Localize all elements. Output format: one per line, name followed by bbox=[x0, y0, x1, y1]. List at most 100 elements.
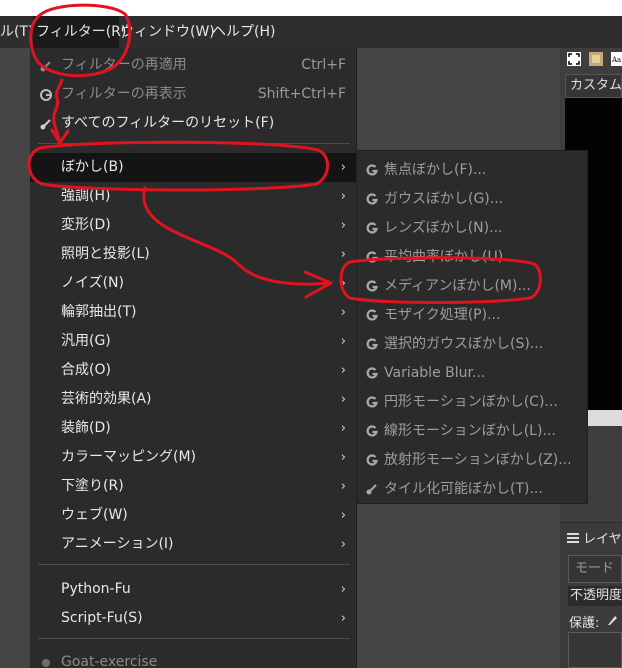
menu-item-label: ウェブ(W) bbox=[61, 507, 128, 523]
gegl-icon bbox=[366, 164, 378, 176]
menubar: ル(T) フィルター(R) ウィンドウ(W) ヘルプ(H) bbox=[0, 16, 622, 48]
protect-label: 保護: bbox=[569, 616, 600, 631]
chevron-right-icon: › bbox=[340, 334, 346, 349]
submenu-item-label: モザイク処理(P)... bbox=[384, 307, 501, 323]
submenu-item-gaussian-blur[interactable]: ガウスぼかし(G)... bbox=[357, 185, 587, 214]
gegl-icon bbox=[366, 309, 378, 321]
menu-item-label: すべてのフィルターのリセット(F) bbox=[61, 115, 275, 131]
submenu-item-label: 線形モーションぼかし(L)... bbox=[384, 423, 556, 439]
chevron-right-icon: › bbox=[340, 611, 346, 626]
menu-item-artistic[interactable]: 芸術的効果(A) › bbox=[30, 385, 356, 414]
submenu-item-variable-blur[interactable]: Variable Blur... bbox=[357, 359, 587, 388]
menu-item-combine[interactable]: 合成(O) › bbox=[30, 356, 356, 385]
filters-menu: フィルターの再適用 Ctrl+F フィルターの再表示 Shift+Ctrl+F … bbox=[30, 48, 357, 668]
submenu-item-mean-curvature-blur[interactable]: 平均曲率ぼかし(U)... bbox=[357, 243, 587, 272]
font-icon[interactable]: Aa bbox=[611, 52, 622, 66]
menu-item-edge-detect[interactable]: 輪郭抽出(T) › bbox=[30, 298, 356, 327]
menu-item-reset-all-filters[interactable]: すべてのフィルターのリセット(F) bbox=[30, 109, 356, 138]
chevron-right-icon: › bbox=[340, 363, 346, 378]
submenu-item-pixelize[interactable]: モザイク処理(P)... bbox=[357, 301, 587, 330]
svg-text:Aa: Aa bbox=[611, 56, 621, 64]
menu-item-label: 変形(D) bbox=[61, 217, 111, 233]
menubar-windows[interactable]: ウィンドウ(W) bbox=[120, 16, 215, 48]
menu-item-blur[interactable]: ぼかし(B) › bbox=[30, 153, 356, 182]
menu-item-label: 装飾(D) bbox=[61, 420, 111, 436]
submenu-item-circular-motion-blur[interactable]: 円形モーションぼかし(C)... bbox=[357, 388, 587, 417]
menu-item-animation[interactable]: アニメーション(I) › bbox=[30, 530, 356, 559]
menu-item-script-fu[interactable]: Script-Fu(S) › bbox=[30, 604, 356, 633]
fullscreen-icon[interactable] bbox=[567, 52, 581, 66]
submenu-item-linear-motion-blur[interactable]: 線形モーションぼかし(L)... bbox=[357, 417, 587, 446]
menu-item-label: 下塗り(R) bbox=[61, 478, 124, 494]
chevron-right-icon: › bbox=[340, 276, 346, 291]
layers-tab-label[interactable]: レイヤ bbox=[583, 528, 622, 547]
title-strip bbox=[0, 0, 622, 16]
goat-exercise-icon bbox=[42, 659, 50, 667]
reapply-filter-icon bbox=[40, 61, 51, 72]
submenu-item-zoom-motion-blur[interactable]: 放射形モーションぼかし(Z)... bbox=[357, 446, 587, 475]
pattern-icon[interactable] bbox=[589, 52, 603, 66]
submenu-item-label: 円形モーションぼかし(C)... bbox=[384, 394, 558, 410]
chevron-right-icon: › bbox=[340, 450, 346, 465]
canvas-tab[interactable]: カスタム bbox=[565, 74, 622, 98]
shortcut-label: Ctrl+F bbox=[301, 57, 346, 73]
menu-item-python-fu[interactable]: Python-Fu › bbox=[30, 575, 356, 604]
gegl-icon bbox=[366, 396, 378, 408]
menu-item-label: 照明と投影(L) bbox=[61, 246, 150, 262]
submenu-item-label: 選択的ガウスぼかし(S)... bbox=[384, 336, 544, 352]
submenu-item-label: 放射形モーションぼかし(Z)... bbox=[384, 452, 572, 468]
reset-filters-icon bbox=[40, 119, 51, 130]
menu-item-render[interactable]: 下塗り(R) › bbox=[30, 472, 356, 501]
reshow-filter-icon bbox=[40, 89, 52, 101]
gegl-icon bbox=[366, 425, 378, 437]
submenu-item-focus-blur[interactable]: 焦点ぼかし(F)... bbox=[357, 156, 587, 185]
submenu-item-label: Variable Blur... bbox=[384, 365, 486, 381]
menu-item-color-mapping[interactable]: カラーマッピング(M) › bbox=[30, 443, 356, 472]
submenu-item-tileable-blur[interactable]: タイル化可能ぼかし(T)... bbox=[357, 475, 587, 504]
menu-item-label: 汎用(G) bbox=[61, 333, 111, 349]
menu-separator bbox=[38, 143, 350, 144]
lock-pixels-icon[interactable] bbox=[606, 614, 618, 626]
script-fu-icon bbox=[366, 484, 377, 495]
gegl-icon bbox=[366, 193, 378, 205]
chevron-right-icon: › bbox=[340, 160, 346, 175]
menu-item-goat-exercise[interactable]: Goat-exercise bbox=[30, 648, 356, 668]
canvas-toolbar: Aa bbox=[565, 52, 622, 70]
menubar-filters[interactable]: フィルター(R) bbox=[33, 16, 126, 48]
menu-item-decor[interactable]: 装飾(D) › bbox=[30, 414, 356, 443]
menu-item-reapply-filter[interactable]: フィルターの再適用 Ctrl+F bbox=[30, 51, 356, 80]
gegl-icon bbox=[366, 251, 378, 263]
chevron-right-icon: › bbox=[340, 582, 346, 597]
submenu-item-label: タイル化可能ぼかし(T)... bbox=[384, 481, 543, 497]
submenu-item-label: 平均曲率ぼかし(U)... bbox=[384, 249, 517, 265]
layers-tab-icon bbox=[567, 533, 579, 543]
blur-submenu: 焦点ぼかし(F)... ガウスぼかし(G)... レンズぼかし(N)... 平均… bbox=[356, 150, 588, 504]
menu-item-distorts[interactable]: 変形(D) › bbox=[30, 211, 356, 240]
submenu-item-selective-gaussian-blur[interactable]: 選択的ガウスぼかし(S)... bbox=[357, 330, 587, 359]
chevron-right-icon: › bbox=[340, 479, 346, 494]
chevron-right-icon: › bbox=[340, 537, 346, 552]
menu-item-noise[interactable]: ノイズ(N) › bbox=[30, 269, 356, 298]
menu-item-light-shadow[interactable]: 照明と投影(L) › bbox=[30, 240, 356, 269]
chevron-right-icon: › bbox=[340, 421, 346, 436]
menubar-help[interactable]: ヘルプ(H) bbox=[212, 16, 275, 48]
menu-item-label: 芸術的効果(A) bbox=[61, 391, 152, 407]
menu-item-reshow-filter[interactable]: フィルターの再表示 Shift+Ctrl+F bbox=[30, 80, 356, 109]
submenu-item-label: メディアンぼかし(M)... bbox=[384, 278, 531, 294]
chevron-right-icon: › bbox=[340, 247, 346, 262]
layer-mode-select[interactable]: モード bbox=[568, 555, 622, 583]
submenu-item-median-blur[interactable]: メディアンぼかし(M)... bbox=[357, 272, 587, 301]
layer-list[interactable] bbox=[568, 632, 622, 668]
menubar-tools[interactable]: ル(T) bbox=[0, 16, 33, 48]
shortcut-label: Shift+Ctrl+F bbox=[257, 86, 346, 102]
menu-item-label: Goat-exercise bbox=[61, 654, 158, 668]
menu-item-enhance[interactable]: 強調(H) › bbox=[30, 182, 356, 211]
menu-item-generic[interactable]: 汎用(G) › bbox=[30, 327, 356, 356]
menu-item-web[interactable]: ウェブ(W) › bbox=[30, 501, 356, 530]
submenu-item-lens-blur[interactable]: レンズぼかし(N)... bbox=[357, 214, 587, 243]
chevron-right-icon: › bbox=[340, 189, 346, 204]
menu-item-label: Python-Fu bbox=[61, 581, 131, 597]
menu-item-label: アニメーション(I) bbox=[61, 536, 174, 552]
submenu-item-label: ガウスぼかし(G)... bbox=[384, 191, 504, 207]
menu-item-label: ぼかし(B) bbox=[61, 159, 124, 175]
